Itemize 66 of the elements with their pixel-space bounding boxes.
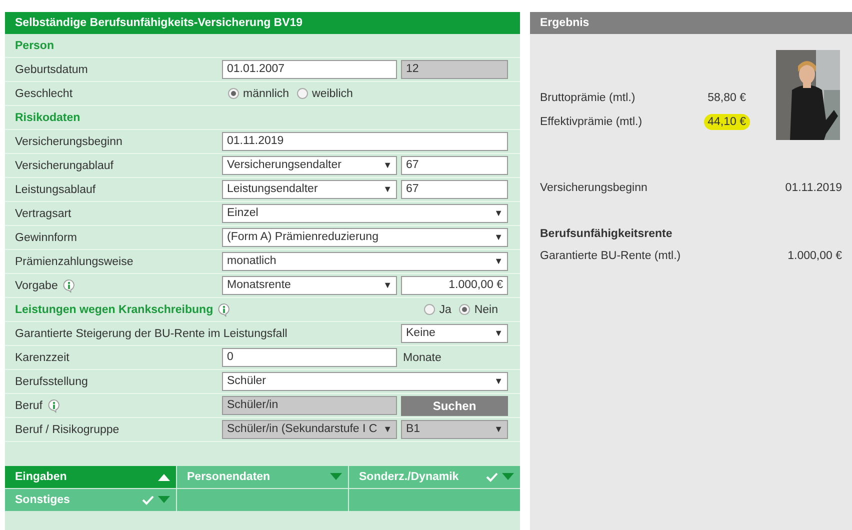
unit-label: Monate (402, 352, 442, 364)
form-title: Selbständige Berufsunfähigkeits-Versicherung BV19 (5, 12, 520, 34)
field-label: Prämienzahlungsweise (15, 256, 134, 268)
dropdown[interactable]: Schüler/in (Sekundarstufe I C ▼ (222, 420, 397, 439)
caret-up-icon (158, 473, 170, 481)
dropdown[interactable]: Monatsrente ▼ (222, 276, 397, 295)
field-label: Vorgabe (15, 280, 58, 292)
result-title: Ergebnis (530, 12, 852, 34)
field-label: Beruf / Risikogruppe (15, 424, 120, 436)
premium-label: Bruttoprämie (mtl.) (540, 92, 636, 104)
dropdown[interactable]: (Form A) Prämienreduzierung ▼ (222, 228, 508, 247)
readonly-field: 12 (401, 60, 508, 79)
accordion-tab[interactable]: Eingaben (5, 466, 176, 488)
caret-down-icon (330, 473, 342, 481)
radio-button[interactable] (459, 304, 470, 315)
check-icon (486, 472, 498, 482)
amount-field[interactable]: 1.000,00 € (401, 276, 508, 295)
dropdown[interactable]: Schüler ▼ (222, 372, 508, 391)
result-label: Garantierte BU-Rente (mtl.) (540, 250, 681, 262)
info-icon[interactable] (217, 302, 232, 316)
radio-button[interactable] (297, 88, 308, 99)
field-label: Berufsstellung (15, 376, 88, 388)
dropdown[interactable]: monatlich ▼ (222, 252, 508, 271)
text-field[interactable]: 67 (401, 156, 508, 175)
result-label: Versicherungsbeginn (540, 182, 648, 194)
readonly-field: Schüler/in (222, 396, 397, 415)
dropdown[interactable]: Versicherungsendalter ▼ (222, 156, 397, 175)
field-label: Versicherungsbeginn (15, 136, 122, 148)
check-icon (142, 495, 154, 505)
radio-label: Nein (474, 304, 498, 316)
section-heading: Leistungen wegen Krankschreibung (15, 304, 214, 316)
dropdown[interactable]: Keine ▼ (401, 324, 508, 343)
premium-value: 58,80 € (706, 91, 747, 106)
field-label: Geschlecht (15, 88, 73, 100)
radio-button[interactable] (228, 88, 239, 99)
field-label: Gewinnform (15, 232, 77, 244)
caret-down-icon (502, 473, 514, 481)
radio-label: weiblich (312, 88, 353, 100)
info-icon[interactable] (62, 278, 76, 292)
field-label: Beruf (15, 400, 42, 412)
text-field[interactable]: 0 (222, 348, 397, 367)
field-label: Karenzzeit (15, 352, 70, 364)
dropdown[interactable]: Einzel ▼ (222, 204, 508, 223)
section-heading: Berufsunfähigkeitsrente (540, 228, 674, 240)
field-label: Versicherungablauf (15, 160, 114, 172)
field-label: Vertragsart (15, 208, 72, 220)
section-heading: Risikodaten (15, 112, 80, 124)
section-heading: Person (15, 40, 54, 52)
text-field[interactable]: 01.01.2007 (222, 60, 397, 79)
field-label: Leistungsablauf (15, 184, 96, 196)
result-value: 1.000,00 € (788, 250, 842, 262)
text-field[interactable]: 01.11.2019 (222, 132, 508, 151)
text-field[interactable]: 67 (401, 180, 508, 199)
radio-label: Ja (439, 304, 452, 316)
info-icon[interactable] (46, 398, 60, 412)
caret-down-icon (158, 496, 170, 504)
premium-value: 44,10 € (704, 114, 750, 130)
search-button[interactable]: Suchen (401, 396, 508, 416)
dropdown[interactable]: B1 ▼ (401, 420, 508, 439)
result-value: 01.11.2019 (785, 182, 842, 194)
field-label: Geburtsdatum (15, 64, 88, 76)
field-label: Garantierte Steigerung der BU-Rente im Leistungsfall (15, 328, 288, 340)
radio-button[interactable] (424, 304, 436, 315)
dropdown[interactable]: Leistungsendalter ▼ (222, 180, 397, 199)
radio-label: männlich (243, 88, 290, 100)
premium-label: Effektivprämie (mtl.) (540, 116, 642, 128)
